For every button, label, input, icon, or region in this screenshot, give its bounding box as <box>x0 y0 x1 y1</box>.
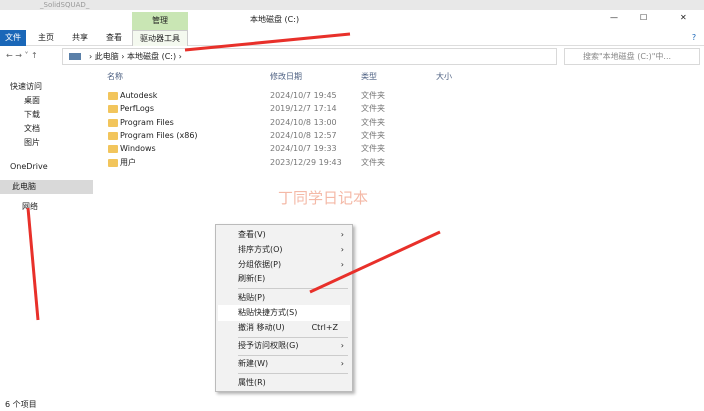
arrow-to-this-pc <box>26 207 40 321</box>
annotation-arrows <box>26 32 441 321</box>
arrow-to-address <box>184 32 351 52</box>
status-bar: 6 个项目 <box>0 398 704 411</box>
arrow-to-paste <box>309 230 441 294</box>
